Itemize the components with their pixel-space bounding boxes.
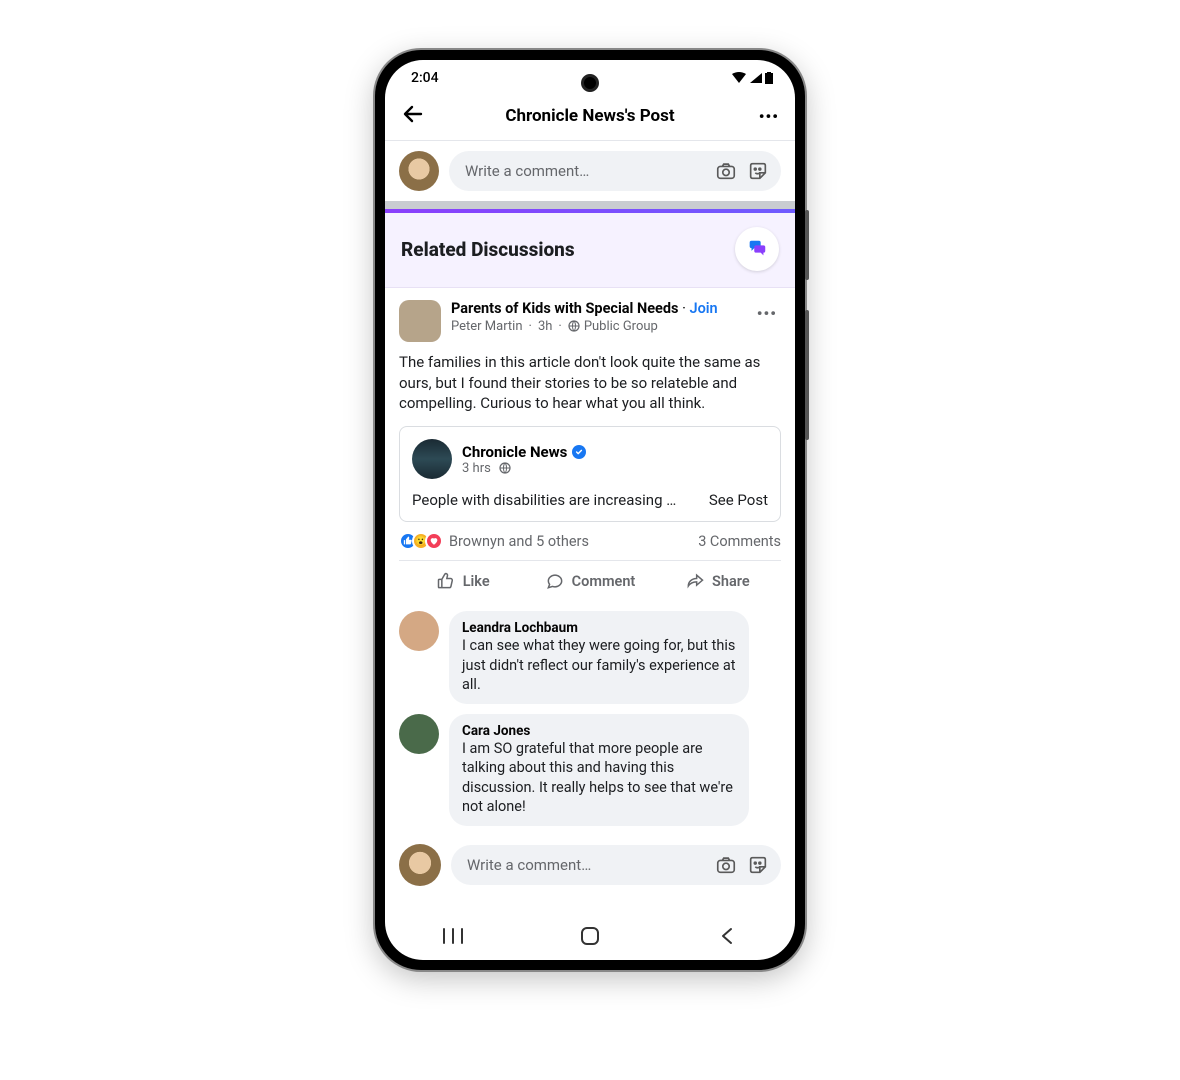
camera-icon[interactable] — [715, 160, 737, 182]
comment-item: Cara Jones I am SO grateful that more pe… — [399, 714, 781, 826]
comment-placeholder: Write a comment… — [467, 856, 705, 874]
comment-composer-bottom: Write a comment… — [385, 836, 795, 898]
group-name[interactable]: Parents of Kids with Special Needs — [451, 300, 679, 317]
post-header: Parents of Kids with Special Needs · Joi… — [399, 300, 781, 342]
phone-side-button — [805, 210, 809, 280]
embedded-source-name: Chronicle News — [462, 443, 567, 461]
comment-input[interactable]: Write a comment… — [449, 151, 781, 191]
signal-icon — [749, 72, 763, 84]
sticker-icon[interactable] — [747, 854, 769, 876]
embedded-source-avatar — [412, 439, 452, 479]
embedded-time: 3 hrs — [462, 461, 491, 476]
love-reaction-icon — [425, 532, 443, 550]
post-visibility: Public Group — [584, 319, 658, 334]
back-button[interactable] — [401, 102, 427, 130]
post-author[interactable]: Peter Martin — [451, 319, 523, 334]
recents-button[interactable] — [413, 927, 493, 945]
screen: 2:04 Chronicle News's Post ••• Write a c… — [385, 60, 795, 960]
phone-side-button — [805, 310, 809, 440]
share-button[interactable]: Share — [654, 561, 781, 601]
reactions-row[interactable]: 😮 Brownyn and 5 others 3 Comments — [399, 522, 781, 558]
camera-hole — [581, 74, 599, 92]
globe-icon — [499, 462, 511, 474]
embedded-snippet: People with disabilities are increasing … — [412, 491, 705, 509]
join-link[interactable]: Join — [690, 300, 718, 317]
page-title: Chronicle News's Post — [427, 106, 753, 126]
user-avatar[interactable] — [399, 844, 441, 886]
chevron-left-icon — [719, 927, 735, 945]
globe-icon — [568, 320, 580, 332]
post-header-line: Parents of Kids with Special Needs · Joi… — [451, 300, 743, 319]
comments-count[interactable]: 3 Comments — [698, 533, 781, 550]
camera-icon[interactable] — [715, 854, 737, 876]
comment-text: I am SO grateful that more people are ta… — [462, 739, 736, 817]
recents-icon — [442, 927, 464, 945]
related-discussions-header: Related Discussions — [385, 213, 795, 288]
status-indicators — [731, 72, 773, 84]
commenter-name: Leandra Lochbaum — [462, 620, 736, 636]
commenter-avatar[interactable] — [399, 714, 439, 754]
post-action-bar: Like Comment Share — [399, 560, 781, 601]
battery-icon — [765, 72, 773, 84]
comments-list: Leandra Lochbaum I can see what they wer… — [385, 601, 795, 836]
like-button[interactable]: Like — [399, 561, 526, 601]
embedded-post-card[interactable]: Chronicle News 3 hrs People wit — [399, 426, 781, 522]
comment-bubble[interactable]: Leandra Lochbaum I can see what they wer… — [449, 611, 749, 704]
status-time: 2:04 — [411, 70, 439, 86]
reactions-text: Brownyn and 5 others — [449, 533, 589, 550]
chat-bubbles-icon — [746, 238, 768, 260]
sticker-icon[interactable] — [747, 160, 769, 182]
comment-bubble[interactable]: Cara Jones I am SO grateful that more pe… — [449, 714, 749, 826]
post-body: The families in this article don't look … — [399, 342, 781, 426]
home-icon — [580, 926, 600, 946]
comment-icon — [545, 571, 565, 591]
group-avatar[interactable] — [399, 300, 441, 342]
comment-placeholder: Write a comment… — [465, 162, 705, 180]
share-icon — [685, 571, 705, 591]
verified-badge-icon — [572, 445, 586, 459]
comment-text: I can see what they were going for, but … — [462, 636, 736, 695]
related-post: Parents of Kids with Special Needs · Joi… — [385, 288, 795, 601]
comment-item: Leandra Lochbaum I can see what they wer… — [399, 611, 781, 704]
user-avatar[interactable] — [399, 151, 439, 191]
post-time: 3h — [538, 319, 552, 334]
commenter-avatar[interactable] — [399, 611, 439, 651]
commenter-name: Cara Jones — [462, 723, 736, 739]
app-header: Chronicle News's Post ••• — [385, 96, 795, 141]
home-button[interactable] — [550, 926, 630, 946]
post-meta: Peter Martin 3h Public Group — [451, 319, 743, 334]
header-more-button[interactable]: ••• — [753, 107, 779, 126]
see-post-link[interactable]: See Post — [709, 491, 768, 509]
wifi-icon — [731, 72, 747, 84]
related-discussions-badge[interactable] — [735, 227, 779, 271]
related-heading: Related Discussions — [401, 238, 575, 261]
section-divider — [385, 201, 795, 209]
thumbs-up-icon — [436, 571, 456, 591]
comment-composer-top: Write a comment… — [385, 141, 795, 201]
phone-frame: 2:04 Chronicle News's Post ••• Write a c… — [375, 50, 805, 970]
arrow-left-icon — [401, 102, 425, 126]
reaction-icons: 😮 — [399, 532, 443, 550]
back-nav-button[interactable] — [687, 927, 767, 945]
android-nav-bar — [385, 912, 795, 960]
comment-input[interactable]: Write a comment… — [451, 845, 781, 885]
comment-button[interactable]: Comment — [526, 561, 653, 601]
post-more-button[interactable]: ••• — [753, 300, 781, 327]
